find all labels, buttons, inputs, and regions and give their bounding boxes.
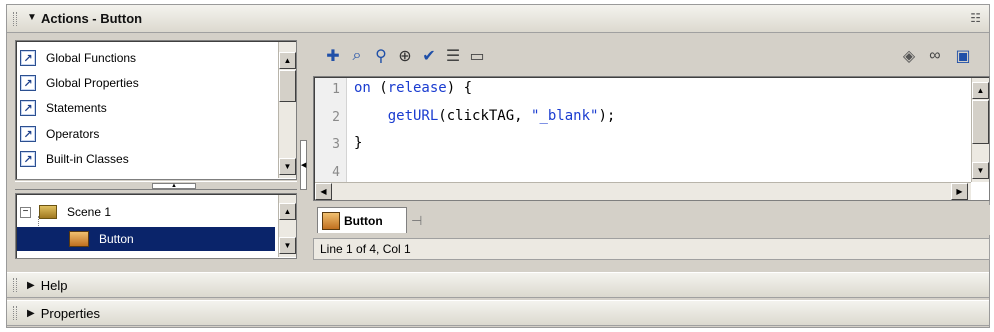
- book-icon: ↗: [20, 75, 36, 91]
- book-icon: ↗: [20, 50, 36, 66]
- expand-triangle-icon[interactable]: ▶: [27, 280, 35, 291]
- tree-item-scene-1[interactable]: − Scene 1: [20, 200, 274, 224]
- code-line-1[interactable]: on (release) {: [354, 80, 472, 96]
- code-string: "_blank": [531, 108, 599, 124]
- line-number: 3: [332, 137, 340, 152]
- toolbox-item-built-in-classes[interactable]: ↗ Built-in Classes: [20, 148, 270, 170]
- line-number: 1: [332, 82, 340, 97]
- toolbox-item-label: Global Properties: [46, 76, 139, 90]
- script-tab-strip: Button ⊣: [313, 205, 990, 235]
- pane-divider[interactable]: ◀: [299, 40, 309, 260]
- code-text: (: [370, 80, 388, 96]
- left-pane-splitter[interactable]: ▲: [15, 181, 297, 190]
- help-panel-header[interactable]: ▶ Help: [7, 272, 989, 298]
- panel-title: Actions - Button: [41, 11, 143, 26]
- panel-title: Help: [40, 277, 68, 293]
- code-text: }: [354, 135, 363, 151]
- book-icon: ↗: [20, 100, 36, 116]
- editor-vertical-scrollbar[interactable]: ▲ ▼: [971, 78, 989, 182]
- actions-toolbar: ✚ ⌕ ⚲ ⊕ ✔ ☰ ▭ ◈ ∞ ▣: [312, 38, 988, 74]
- toolbox-item-label: Operators: [46, 127, 100, 141]
- code-text: ) {: [446, 80, 473, 96]
- script-assist-icon[interactable]: ∞: [924, 45, 946, 67]
- toolbox-item-label: Statements: [46, 101, 107, 115]
- line-number: 2: [332, 110, 340, 125]
- panel-title: Properties: [40, 305, 100, 321]
- add-statement-icon[interactable]: ✚: [322, 45, 344, 67]
- button-symbol-icon: [69, 231, 89, 247]
- insert-target-path-icon[interactable]: ⊕: [394, 45, 416, 67]
- scroll-up-arrow-icon[interactable]: ▲: [972, 82, 989, 99]
- scroll-thumb[interactable]: [279, 70, 296, 102]
- book-icon: ↗: [20, 151, 36, 167]
- line-number-gutter: 1 2 3 4: [315, 78, 347, 183]
- toolbox-item-label: Global Functions: [46, 51, 137, 65]
- script-tab-button[interactable]: Button: [317, 207, 407, 233]
- toolbox-item-global-functions[interactable]: ↗ Global Functions: [20, 47, 270, 69]
- panel-gripper-icon[interactable]: [13, 306, 17, 320]
- script-navigator[interactable]: − Scene 1 Button ▲ ▼: [15, 193, 297, 259]
- scroll-thumb[interactable]: [972, 100, 989, 144]
- panel-options-menu-icon[interactable]: ☷: [970, 11, 981, 25]
- script-editor[interactable]: 1 2 3 4 on (release) { getURL(clickTAG, …: [313, 76, 990, 201]
- collapse-left-pane-icon[interactable]: ◀: [300, 140, 307, 190]
- debug-options-icon[interactable]: ◈: [898, 45, 920, 67]
- scroll-left-arrow-icon[interactable]: ◀: [315, 183, 332, 200]
- reference-icon[interactable]: ▣: [952, 45, 974, 67]
- code-text: );: [598, 108, 616, 124]
- tree-item-label: Button: [99, 232, 134, 246]
- expand-triangle-icon[interactable]: ▶: [27, 308, 35, 319]
- replace-icon[interactable]: ⚲: [370, 45, 392, 67]
- auto-format-icon[interactable]: ☰: [442, 45, 464, 67]
- show-code-hint-icon[interactable]: ▭: [466, 45, 488, 67]
- code-line-3[interactable]: }: [354, 135, 362, 151]
- scroll-down-arrow-icon[interactable]: ▼: [279, 237, 296, 254]
- panel-gripper-icon[interactable]: [13, 278, 17, 292]
- code-text: (clickTAG,: [438, 108, 532, 124]
- cursor-position: Line 1 of 4, Col 1: [320, 242, 411, 256]
- panel-gripper-icon[interactable]: [13, 12, 17, 26]
- toolbox-item-label: Built-in Classes: [46, 152, 129, 166]
- toolbox-scrollbar[interactable]: ▲ ▼: [278, 42, 296, 178]
- navigator-scrollbar[interactable]: ▲ ▼: [278, 195, 296, 257]
- scroll-down-arrow-icon[interactable]: ▼: [279, 158, 296, 175]
- actions-toolbox[interactable]: ↗ Global Functions ↗ Global Properties ↗…: [15, 40, 297, 180]
- code-keyword: release: [387, 80, 447, 96]
- button-symbol-icon: [322, 211, 340, 230]
- toolbox-item-global-properties[interactable]: ↗ Global Properties: [20, 72, 270, 94]
- splitter-handle-up-icon[interactable]: ▲: [152, 183, 196, 189]
- tree-item-button[interactable]: Button: [17, 227, 275, 251]
- code-keyword: on: [354, 80, 371, 96]
- script-tab-label: Button: [344, 213, 383, 228]
- tree-item-label: Scene 1: [67, 205, 112, 219]
- toolbox-item-statements[interactable]: ↗ Statements: [20, 97, 270, 119]
- pin-script-icon[interactable]: ⊣: [411, 213, 422, 229]
- book-icon: ↗: [20, 126, 36, 142]
- scroll-up-arrow-icon[interactable]: ▲: [279, 52, 296, 69]
- code-keyword: getURL: [387, 108, 439, 124]
- editor-horizontal-scrollbar[interactable]: ◀ ▶: [315, 182, 971, 200]
- scroll-up-arrow-icon[interactable]: ▲: [279, 203, 296, 220]
- collapse-triangle-icon[interactable]: ▼: [27, 12, 37, 23]
- status-bar: Line 1 of 4, Col 1: [313, 238, 990, 260]
- scroll-right-arrow-icon[interactable]: ▶: [951, 183, 968, 200]
- line-number: 4: [332, 165, 340, 180]
- check-syntax-icon[interactable]: ✔: [418, 45, 440, 67]
- code-line-2[interactable]: getURL(clickTAG, "_blank");: [354, 108, 616, 124]
- properties-panel-header[interactable]: ▶ Properties: [7, 300, 989, 326]
- find-icon[interactable]: ⌕: [346, 45, 368, 67]
- tree-collapse-icon[interactable]: −: [20, 206, 31, 218]
- scroll-down-arrow-icon[interactable]: ▼: [972, 162, 989, 179]
- actions-panel-titlebar[interactable]: ▼ Actions - Button ☷: [7, 5, 989, 33]
- toolbox-item-operators[interactable]: ↗ Operators: [20, 123, 270, 145]
